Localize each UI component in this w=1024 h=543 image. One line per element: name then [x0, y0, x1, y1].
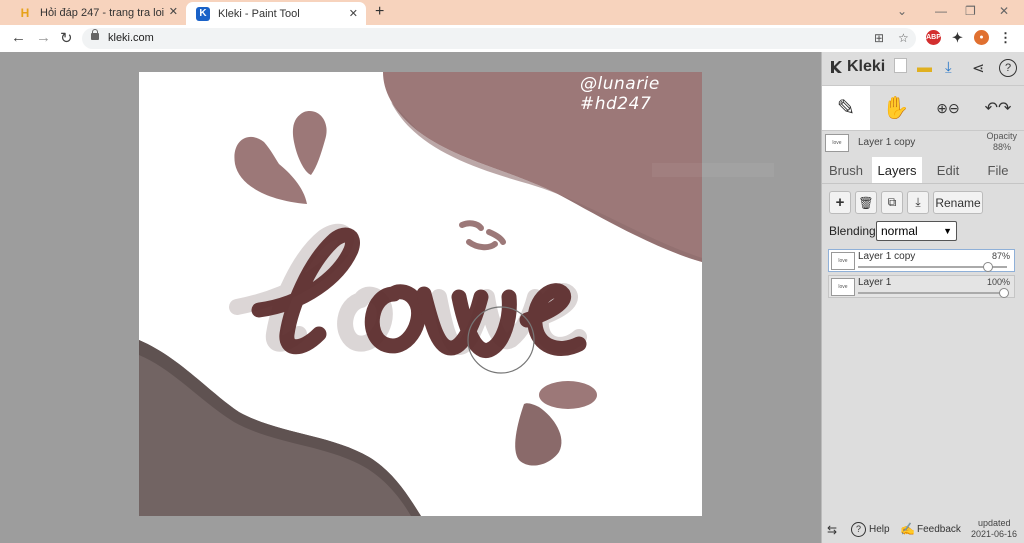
rename-button[interactable]: Rename — [933, 191, 983, 214]
menu-icon[interactable]: ⋮ — [998, 30, 1013, 45]
tab-brush[interactable]: Brush — [822, 157, 870, 183]
help-icon[interactable]: ? — [999, 59, 1017, 77]
tab-layers[interactable]: Layers — [872, 157, 922, 183]
layer-thumb: love — [831, 278, 855, 296]
layer-item-layer1[interactable]: love Layer 1 100% — [828, 275, 1015, 298]
smile-mark-1 — [459, 220, 484, 231]
browser-tab-strip: H Hỏi đáp 247 - trang tra loi ✕ K Kleki … — [0, 0, 1024, 25]
tab-file[interactable]: File — [974, 157, 1022, 183]
slider-knob[interactable] — [983, 262, 993, 272]
feedback-icon[interactable]: ✍ — [900, 522, 915, 536]
adblock-icon[interactable]: ABP — [926, 30, 941, 45]
layer-opacity: 100% — [986, 277, 1010, 287]
current-layer-thumb: love — [825, 134, 849, 152]
layer-name: Layer 1 — [858, 277, 892, 288]
zoom-in-out-icon[interactable]: ⊕⊖ — [924, 86, 972, 130]
close-window-icon[interactable]: ✕ — [999, 4, 1009, 18]
app-name: Kleki — [847, 58, 886, 75]
feedback-link[interactable]: Feedback — [917, 524, 961, 535]
help-link[interactable]: Help — [869, 524, 890, 535]
delete-layer-icon[interactable]: 🗑 — [855, 191, 877, 214]
smile-mark-2 — [486, 229, 506, 245]
blending-select[interactable]: normal ▼ — [876, 221, 957, 241]
help-circle-icon[interactable]: ? — [851, 522, 866, 537]
layer-thumb: love — [831, 252, 855, 270]
browser-toolbar: ← → ↻ kleki.com ⊞ ☆ ABP ✦ ● ⋮ — [0, 25, 1024, 53]
canvas-workspace[interactable]: @lunarie #hd247 — [0, 52, 821, 543]
layer-opacity-slider[interactable] — [858, 288, 1009, 298]
forward-icon[interactable]: → — [36, 29, 51, 46]
layer-item-layer1-copy[interactable]: love Layer 1 copy 87% — [828, 249, 1015, 272]
drop-teardrop — [515, 403, 562, 466]
restore-icon[interactable]: ❐ — [965, 4, 976, 18]
new-tab-button[interactable]: + — [375, 3, 384, 21]
browser-tab-kleki[interactable]: K Kleki - Paint Tool ✕ — [186, 2, 366, 25]
tab-search-icon[interactable]: ⌄ — [897, 4, 907, 18]
tab-edit[interactable]: Edit — [924, 157, 972, 183]
swap-side-icon[interactable]: ⇆ — [827, 523, 837, 537]
smile-mark-3 — [466, 239, 498, 251]
current-layer-name: Layer 1 copy — [858, 137, 916, 148]
kleki-logo-icon — [831, 61, 842, 73]
opacity-label: Opacity — [986, 131, 1017, 141]
layer-name: Layer 1 copy — [858, 251, 916, 262]
updated-label: updated — [978, 518, 1011, 528]
brush-tool-icon[interactable]: ✎ — [822, 86, 870, 130]
tab-title: Hỏi đáp 247 - trang tra loi — [40, 6, 165, 19]
heart-piece-right — [292, 111, 327, 175]
panel-footer: ⇆ ? Help ✍ Feedback updated 2021-06-16 — [822, 517, 1024, 543]
opacity-value: 88% — [992, 142, 1011, 152]
download-icon[interactable]: ⤓ — [945, 59, 952, 76]
reload-icon[interactable]: ↻ — [60, 29, 73, 47]
kleki-logo: Kleki — [828, 58, 885, 76]
updated-date: 2021-06-16 — [971, 529, 1018, 539]
drawing-canvas[interactable]: @lunarie #hd247 — [139, 72, 702, 516]
lock-icon[interactable] — [91, 29, 99, 40]
artwork — [139, 72, 702, 516]
add-layer-button[interactable]: + — [829, 191, 851, 214]
panel-tabs: Brush Layers Edit File — [822, 157, 1024, 184]
duplicate-layer-icon[interactable]: ⧉ — [881, 191, 903, 214]
kleki-favicon-icon: K — [196, 6, 210, 21]
address-bar[interactable]: kleki.com ⊞ ☆ — [82, 28, 916, 49]
kleki-side-panel: Kleki ▬ ⤓ ⋖ ? ✎ ✋ ⊕⊖ ↶↷ love Layer 1 cop… — [821, 52, 1024, 543]
undo-redo-icon[interactable]: ↶↷ — [974, 86, 1022, 130]
blending-value: normal — [881, 224, 918, 238]
tool-row: ✎ ✋ ⊕⊖ ↶↷ — [822, 85, 1024, 131]
share-icon[interactable]: ⋖ — [972, 59, 985, 77]
chevron-down-icon: ▼ — [943, 226, 952, 236]
browser-tab-hoidap[interactable]: H Hỏi đáp 247 - trang tra loi ✕ — [8, 0, 186, 25]
hand-tool-icon[interactable]: ✋ — [872, 86, 920, 130]
blending-label: Blending — [829, 224, 876, 238]
profile-avatar[interactable]: ● — [974, 30, 989, 45]
slider-knob[interactable] — [999, 288, 1009, 298]
layer-opacity: 87% — [991, 251, 1010, 261]
artist-handle: @lunarie — [580, 74, 660, 94]
extensions-icon[interactable]: ✦ — [950, 30, 965, 45]
hashtag: #hd247 — [580, 94, 652, 114]
overlay-ghost — [652, 163, 774, 177]
layer-opacity-slider[interactable] — [858, 262, 1007, 272]
close-tab-icon[interactable]: ✕ — [349, 7, 358, 20]
minimize-icon[interactable]: — — [935, 4, 947, 18]
bookmark-star-icon[interactable]: ☆ — [898, 31, 909, 45]
current-layer-header: love Layer 1 copy Opacity 88% — [822, 129, 1024, 157]
translate-icon[interactable]: ⊞ — [874, 31, 884, 45]
tab-title: Kleki - Paint Tool — [218, 7, 300, 20]
url-text: kleki.com — [108, 32, 154, 44]
open-folder-icon[interactable]: ▬ — [917, 59, 932, 76]
merge-layer-icon[interactable]: ⤓ — [907, 191, 929, 214]
close-tab-icon[interactable]: ✕ — [169, 5, 178, 18]
hoidap-favicon-icon: H — [20, 5, 30, 20]
new-image-icon[interactable] — [894, 58, 907, 73]
drop-oval — [539, 381, 597, 409]
back-icon[interactable]: ← — [11, 29, 26, 46]
